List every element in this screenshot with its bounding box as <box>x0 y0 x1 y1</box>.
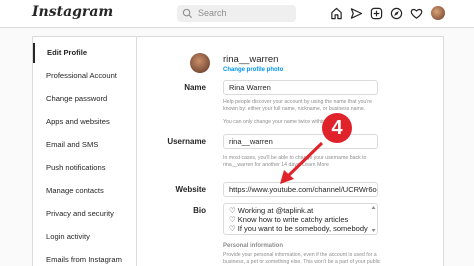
bio-line: ♡ Working at @taplink.at <box>229 206 314 215</box>
sidebar-item-emails-from-instagram[interactable]: Emails from Instagram <box>33 250 136 266</box>
sidebar-item-push-notifications[interactable]: Push notifications <box>33 158 136 178</box>
profile-avatar-icon[interactable] <box>431 6 445 20</box>
personal-information-heading: Personal information <box>223 243 284 249</box>
messenger-icon[interactable] <box>350 7 363 20</box>
sidebar-item-change-password[interactable]: Change password <box>33 89 136 109</box>
profile-username: rina__warren <box>223 54 279 65</box>
activity-heart-icon[interactable] <box>410 7 423 20</box>
sidebar-item-privacy-and-security[interactable]: Privacy and security <box>33 204 136 224</box>
sidebar-item-email-and-sms[interactable]: Email and SMS <box>33 135 136 155</box>
search-icon <box>182 8 193 19</box>
personal-information-help-text: Provide your personal information, even … <box>223 252 381 265</box>
settings-sidebar: Edit Profile Professional Account Change… <box>33 37 137 266</box>
bio-textarea[interactable]: ♡ Working at @taplink.at ♡ Know how to w… <box>223 203 378 235</box>
profile-avatar[interactable] <box>190 53 210 73</box>
name-help-text: Help people discover your account by usi… <box>223 99 372 112</box>
step-number-badge: 4 <box>322 113 352 143</box>
settings-panel: Edit Profile Professional Account Change… <box>32 36 444 266</box>
username-label: Username <box>167 137 206 146</box>
new-post-icon[interactable] <box>370 7 383 20</box>
name-change-limit-text: You can only change your name twice with… <box>223 119 346 125</box>
website-label: Website <box>175 185 206 194</box>
change-profile-photo-link[interactable]: Change profile photo <box>223 67 283 73</box>
instagram-logo[interactable]: Instagram <box>32 4 113 20</box>
website-field[interactable]: https://www.youtube.com/channel/UCRWr6oJ… <box>223 182 378 197</box>
sidebar-item-professional-account[interactable]: Professional Account <box>33 66 136 86</box>
name-label: Name <box>184 83 206 92</box>
bio-line: ♡ If you want to be somebody, somebody <box>229 224 368 233</box>
sidebar-item-edit-profile[interactable]: Edit Profile <box>33 43 136 63</box>
sidebar-item-manage-contacts[interactable]: Manage contacts <box>33 181 136 201</box>
sidebar-item-apps-and-websites[interactable]: Apps and websites <box>33 112 136 132</box>
bio-scrollbar[interactable] <box>371 205 376 233</box>
search-placeholder: Search <box>198 8 227 18</box>
bio-line: ♡ Know how to write catchy articles <box>229 215 349 224</box>
username-field[interactable]: rina__warren <box>223 134 378 149</box>
explore-compass-icon[interactable] <box>390 7 403 20</box>
home-icon[interactable] <box>330 7 343 20</box>
top-navigation-bar: Instagram Search <box>0 0 474 28</box>
name-field[interactable]: Rina Warren <box>223 80 378 95</box>
search-bar[interactable]: Search <box>177 5 296 22</box>
sidebar-item-login-activity[interactable]: Login activity <box>33 227 136 247</box>
username-help-text: In most cases, you'll be able to change … <box>223 155 367 168</box>
bio-label: Bio <box>193 206 206 215</box>
